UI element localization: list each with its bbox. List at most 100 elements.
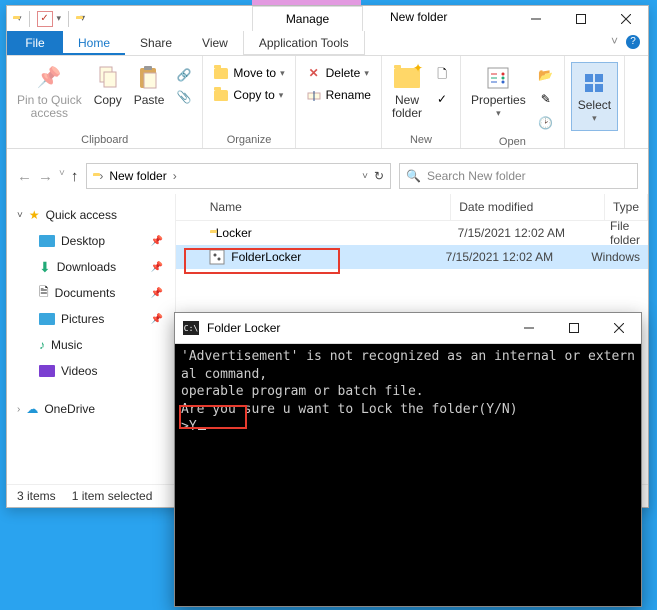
tab-share[interactable]: Share: [125, 31, 187, 55]
breadcrumb-chevron-icon[interactable]: ›: [173, 169, 177, 183]
paste-shortcut-button[interactable]: 📎: [172, 86, 196, 108]
rename-icon: [306, 87, 322, 103]
select-icon: [580, 69, 608, 97]
list-item[interactable]: FolderLocker 7/15/2021 12:02 AM Windows: [176, 245, 648, 269]
open-button[interactable]: 📂: [534, 64, 558, 86]
tree-quick-access[interactable]: ˅★Quick access: [7, 202, 175, 228]
edit-icon: ✎: [538, 91, 554, 107]
qat-dropdown-icon[interactable]: ▾: [57, 13, 62, 24]
ribbon-tabs: File Home Share View Application Tools: [7, 31, 648, 56]
close-button[interactable]: [603, 6, 648, 31]
tree-music[interactable]: ♪Music: [7, 332, 175, 358]
delete-button[interactable]: ✕Delete▾: [302, 62, 373, 84]
refresh-icon[interactable]: ↻: [374, 169, 384, 183]
up-button[interactable]: ↑: [71, 168, 79, 185]
address-bar: ← → ˅ ↑ › New folder › ˅ ↻ 🔍 Search New …: [7, 160, 648, 192]
window-controls: [513, 6, 648, 31]
contextual-tab-header: [252, 0, 361, 5]
open-icon: 📂: [538, 67, 554, 83]
path-icon: 🔗: [176, 67, 192, 83]
music-icon: ♪: [39, 338, 45, 352]
pin-icon: 📌: [151, 262, 163, 273]
tab-application-tools[interactable]: Application Tools: [243, 31, 365, 55]
breadcrumb[interactable]: › New folder › ˅ ↻: [86, 163, 391, 189]
navigation-pane: ˅★Quick access Desktop📌 ⬇Downloads📌 🗎Doc…: [7, 194, 176, 485]
paste-icon: [135, 64, 163, 92]
maximize-button[interactable]: [551, 313, 596, 343]
qat-overflow-icon[interactable]: ▾: [80, 13, 85, 24]
new-folder-button[interactable]: ✦New folder: [388, 62, 426, 122]
minimize-button[interactable]: [506, 313, 551, 343]
ribbon-group-clipboard: 📌Pin to Quick access Copy Paste 🔗 📎 Clip…: [7, 56, 203, 148]
tab-home[interactable]: Home: [63, 31, 125, 55]
ribbon-group-select: Select▾: [565, 56, 625, 148]
close-button[interactable]: [596, 313, 641, 343]
terminal[interactable]: 'Advertisement' is not recognized as an …: [175, 344, 641, 606]
list-item[interactable]: Locker 7/15/2021 12:02 AM File folder: [176, 221, 648, 245]
nav-buttons: ← → ˅ ↑: [17, 168, 78, 185]
breadcrumb-chevron-icon[interactable]: ›: [99, 169, 103, 183]
chevron-right-icon[interactable]: ›: [17, 404, 20, 415]
properties-button[interactable]: Properties▾: [467, 62, 530, 121]
column-date[interactable]: Date modified: [451, 194, 605, 220]
ribbon-group-organize-2: ✕Delete▾ Rename: [296, 56, 382, 148]
cmd-window: C:\ Folder Locker 'Advertisement' is not…: [174, 312, 642, 607]
edit-button[interactable]: ✎: [534, 88, 558, 110]
search-icon: 🔍: [406, 169, 421, 183]
tree-downloads[interactable]: ⬇Downloads📌: [7, 254, 175, 280]
pin-to-quick-access-button[interactable]: 📌Pin to Quick access: [13, 62, 86, 122]
tree-videos[interactable]: Videos: [7, 358, 175, 384]
move-to-button[interactable]: Move to▾: [209, 62, 288, 84]
help-icon[interactable]: ?: [626, 35, 640, 49]
cmd-titlebar[interactable]: C:\ Folder Locker: [175, 313, 641, 344]
tab-file[interactable]: File: [7, 31, 63, 55]
column-type[interactable]: Type: [605, 194, 648, 220]
back-button[interactable]: ←: [17, 168, 32, 185]
ribbon-group-new: ✦New folder 🗋 ✓ New: [382, 56, 461, 148]
ribbon-collapse-icon[interactable]: ˅: [611, 34, 618, 48]
paste-button[interactable]: Paste: [130, 62, 169, 109]
new-item-button[interactable]: 🗋: [430, 64, 454, 86]
tree-desktop[interactable]: Desktop📌: [7, 228, 175, 254]
copy-button[interactable]: Copy: [90, 62, 126, 109]
new-item-icon: 🗋: [434, 67, 450, 83]
dropdown-icon[interactable]: ˅: [362, 171, 368, 182]
window-controls: [506, 313, 641, 343]
checkbox-icon[interactable]: ✓: [37, 11, 53, 27]
column-name[interactable]: Name: [202, 194, 451, 220]
copy-path-button[interactable]: 🔗: [172, 64, 196, 86]
shortcut-icon: 📎: [176, 89, 192, 105]
pin-icon: 📌: [35, 64, 63, 92]
history-button[interactable]: 🕑: [534, 112, 558, 134]
select-button[interactable]: Select▾: [571, 62, 618, 131]
chevron-down-icon[interactable]: ˅: [17, 210, 23, 221]
minimize-button[interactable]: [513, 6, 558, 31]
copy-to-icon: [213, 87, 229, 103]
forward-button[interactable]: →: [38, 168, 53, 185]
tree-documents[interactable]: 🗎Documents📌: [7, 280, 175, 306]
rename-button[interactable]: Rename: [302, 84, 375, 106]
easy-access-button[interactable]: ✓: [430, 88, 454, 110]
delete-icon: ✕: [306, 65, 322, 81]
search-input[interactable]: 🔍 Search New folder: [399, 163, 638, 189]
videos-icon: [39, 365, 55, 377]
pin-icon: 📌: [151, 314, 163, 325]
tab-view[interactable]: View: [187, 31, 243, 55]
ribbon: 📌Pin to Quick access Copy Paste 🔗 📎 Clip…: [7, 56, 648, 149]
pin-icon: 📌: [151, 288, 163, 299]
onedrive-icon: ☁: [26, 402, 38, 416]
tree-pictures[interactable]: Pictures📌: [7, 306, 175, 332]
cursor: [198, 427, 206, 430]
copy-to-button[interactable]: Copy to▾: [209, 84, 287, 106]
separator: [68, 11, 69, 27]
qat-dropdown-icon[interactable]: ▾: [17, 13, 22, 24]
recent-dropdown-icon[interactable]: ˅: [59, 168, 65, 185]
documents-icon: 🗎: [39, 283, 49, 304]
cmd-title: Folder Locker: [207, 321, 280, 335]
history-icon: 🕑: [538, 115, 554, 131]
tree-onedrive[interactable]: ›☁OneDrive: [7, 396, 175, 422]
maximize-button[interactable]: [558, 6, 603, 31]
breadcrumb-item[interactable]: New folder: [109, 169, 166, 183]
ribbon-group-label: Open: [467, 134, 558, 150]
ribbon-group-label: Organize: [209, 132, 288, 148]
